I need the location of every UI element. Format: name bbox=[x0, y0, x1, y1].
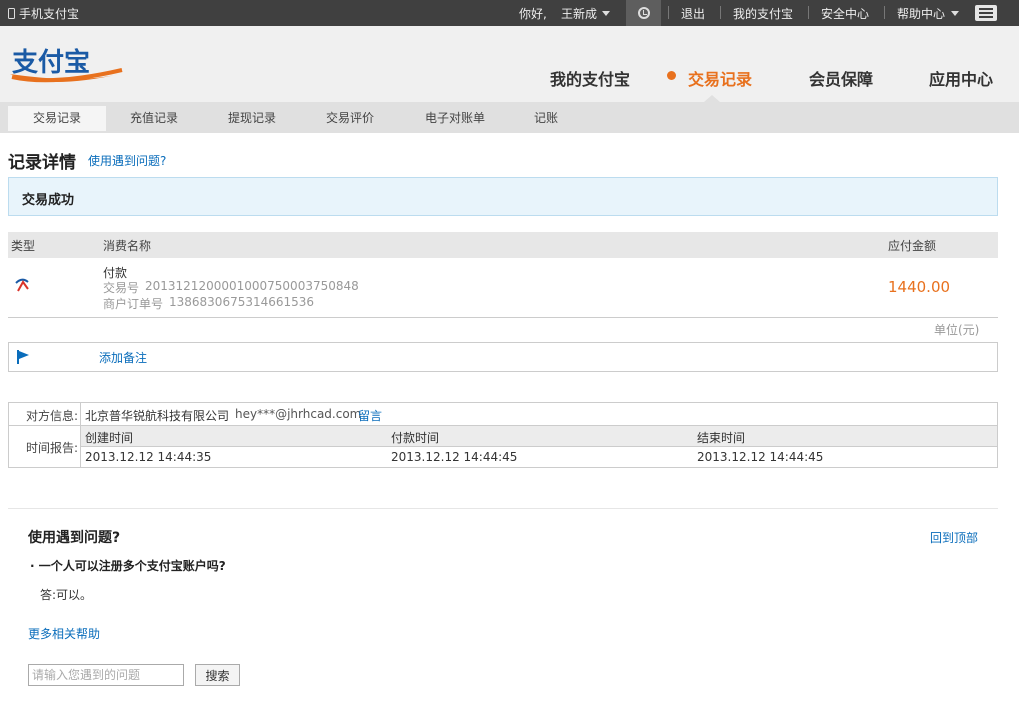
tab-transaction-records[interactable]: 交易记录 bbox=[8, 106, 106, 131]
time-label: 时间报告: bbox=[25, 441, 78, 455]
message-link[interactable]: 留言 bbox=[358, 407, 382, 424]
alipay-logo[interactable]: 支付宝 bbox=[8, 44, 126, 84]
order-no-label: 商户订单号 bbox=[103, 297, 164, 311]
help-center-label: 帮助中心 bbox=[897, 7, 946, 21]
party-label: 对方信息: bbox=[25, 409, 78, 423]
help-link[interactable]: 使用遇到问题? bbox=[88, 152, 166, 169]
party-email: hey***@jhrhcad.com bbox=[235, 407, 362, 421]
nav-app-center[interactable]: 应用中心 bbox=[929, 66, 993, 90]
divider bbox=[884, 6, 885, 19]
help-search-input[interactable] bbox=[28, 664, 184, 686]
phone-icon bbox=[8, 8, 15, 19]
faq-answer: 答:可以。 bbox=[40, 588, 93, 602]
faq-question: · 一个人可以注册多个支付宝账户吗? bbox=[30, 559, 226, 573]
mobile-alipay-label: 手机支付宝 bbox=[19, 7, 80, 21]
alarm-clock-icon bbox=[637, 7, 650, 19]
greeting: 你好, bbox=[519, 7, 547, 21]
chevron-down-icon bbox=[951, 11, 960, 16]
company-name: 北京普华锐航科技有限公司 bbox=[85, 409, 230, 423]
user-menu[interactable]: 王新成 bbox=[561, 5, 611, 22]
sub-navigation: 交易记录 充值记录 提现记录 交易评价 电子对账单 记账 bbox=[0, 102, 1019, 133]
divider bbox=[808, 6, 809, 19]
column-name: 消费名称 bbox=[103, 239, 152, 253]
tab-withdraw-records[interactable]: 提现记录 bbox=[220, 106, 284, 131]
faq-title: 使用遇到问题? bbox=[28, 530, 121, 546]
order-no: 1386830675314661536 bbox=[169, 295, 315, 309]
trade-no: 20131212000010007500037508​48 bbox=[145, 279, 359, 293]
active-nav-pointer bbox=[704, 95, 720, 102]
nav-transaction-records[interactable]: 交易记录 bbox=[688, 66, 752, 90]
search-button[interactable]: 搜索 bbox=[195, 664, 240, 686]
trade-no-label: 交易号 bbox=[103, 281, 140, 295]
flag-icon bbox=[17, 350, 29, 364]
note-panel: 添加备注 bbox=[8, 342, 998, 372]
svg-text:支付宝: 支付宝 bbox=[12, 47, 90, 78]
add-note-link[interactable]: 添加备注 bbox=[99, 349, 147, 366]
table-header: 类型 消费名称 应付金额 bbox=[8, 232, 998, 258]
finished-label: 结束时间 bbox=[697, 431, 746, 445]
nav-member-protection[interactable]: 会员保障 bbox=[809, 66, 873, 90]
main-header: 支付宝 我的支付宝 交易记录 会员保障 应用中心 bbox=[0, 26, 1019, 102]
column-amount: 应付金额 bbox=[888, 239, 937, 253]
status-banner: 交易成功 bbox=[8, 177, 998, 216]
help-center-menu[interactable]: 帮助中心 bbox=[897, 5, 960, 22]
username: 王新成 bbox=[561, 7, 598, 21]
more-help-link[interactable]: 更多相关帮助 bbox=[28, 625, 100, 642]
created-time: 2013.12.12 14:44:35 bbox=[85, 450, 212, 464]
logout-link[interactable]: 退出 bbox=[681, 5, 705, 22]
paid-label: 付款时间 bbox=[391, 431, 440, 445]
unit-label: 单位(元) bbox=[934, 323, 980, 337]
chevron-down-icon bbox=[602, 11, 611, 16]
security-center-link[interactable]: 安全中心 bbox=[821, 5, 869, 22]
divider bbox=[8, 508, 998, 509]
tab-recharge-records[interactable]: 充值记录 bbox=[122, 106, 186, 131]
finished-time: 2013.12.12 14:44:45 bbox=[697, 450, 824, 464]
tab-e-statement[interactable]: 电子对账单 bbox=[416, 106, 494, 131]
top-bar: 手机支付宝 你好, 王新成 退出 我的支付宝 安全中心 帮助中心 bbox=[0, 0, 1019, 26]
divider bbox=[668, 6, 669, 19]
reminder-button[interactable] bbox=[626, 0, 661, 26]
info-table: 对方信息: 北京普华锐航科技有限公司 hey***@jhrhcad.com 留言… bbox=[8, 402, 998, 468]
tab-transaction-reviews[interactable]: 交易评价 bbox=[318, 106, 382, 131]
table-row: 付款 交易号 20131212000010007500037508​48 商户订… bbox=[8, 258, 998, 318]
time-header: 创建时间 付款时间 结束时间 bbox=[81, 426, 997, 447]
active-dot-icon bbox=[667, 71, 676, 80]
my-alipay-link[interactable]: 我的支付宝 bbox=[733, 5, 793, 22]
paid-time: 2013.12.12 14:44:45 bbox=[391, 450, 518, 464]
divider bbox=[720, 6, 721, 19]
column-type: 类型 bbox=[11, 239, 36, 253]
mobile-alipay-link[interactable]: 手机支付宝 bbox=[8, 5, 79, 22]
back-to-top-link[interactable]: 回到顶部 bbox=[930, 529, 978, 546]
tab-bookkeeping[interactable]: 记账 bbox=[526, 106, 566, 131]
created-label: 创建时间 bbox=[85, 431, 134, 445]
amount: 1440.00 bbox=[888, 278, 951, 296]
nav-my-alipay[interactable]: 我的支付宝 bbox=[550, 66, 630, 90]
page-title: 记录详情 bbox=[8, 153, 76, 173]
status-text: 交易成功 bbox=[22, 193, 75, 208]
payment-icon bbox=[15, 278, 29, 292]
menu-icon[interactable] bbox=[975, 5, 997, 21]
